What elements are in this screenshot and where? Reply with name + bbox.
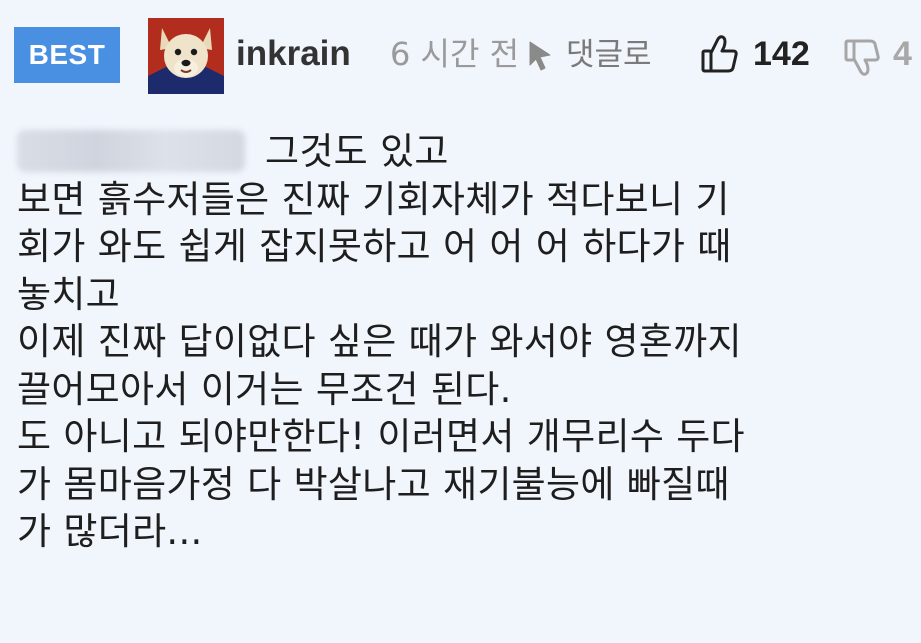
comment-line: 도 아니고 되야만한다! 이러면서 개무리수 두다 [17, 415, 745, 458]
reply-arrow-icon[interactable] [526, 38, 554, 72]
user-avatar[interactable] [148, 18, 224, 94]
thumbs-down-icon[interactable] [843, 38, 881, 78]
dog-avatar-icon [148, 18, 224, 94]
comment-line: 놓치고 [17, 272, 121, 316]
reply-link[interactable]: 댓글로 [566, 32, 652, 78]
comment-line: 끌어모아서 이거는 무조건 된다. [17, 367, 512, 411]
like-count: 142 [753, 35, 810, 73]
comment-body: 그것도 있고 보면 흙수저들은 진짜 기회자체가 적다보니 기 회가 와도 쉽게… [17, 128, 917, 556]
comment-header: BEST inkrain 6 시간 전 댓글로 142 4 [0, 0, 921, 105]
best-badge: BEST [14, 27, 120, 83]
comment-line: 보면 흙수저들은 진짜 기회자체가 적다보니 기 [17, 177, 730, 221]
timestamp: 6 시간 전 [390, 35, 520, 73]
comment-line: 그것도 있고 [17, 128, 917, 176]
blurred-mention [17, 130, 245, 172]
dislike-count: 4 [893, 35, 912, 73]
comment-line-text: 그것도 있고 [265, 130, 449, 173]
username[interactable]: inkrain [236, 30, 351, 78]
thumbs-up-icon[interactable] [700, 33, 740, 75]
comment-line: 가 몸마음가정 다 박살나고 재기불능에 빠질때 [17, 462, 730, 506]
comment-line: 회가 와도 쉽게 잡지못하고 어 어 어 하다가 때 [17, 225, 732, 268]
comment-line: 이제 진짜 답이없다 싶은 때가 와서야 영혼까지 [17, 320, 742, 363]
comment-line: 가 많더라... [17, 510, 203, 553]
